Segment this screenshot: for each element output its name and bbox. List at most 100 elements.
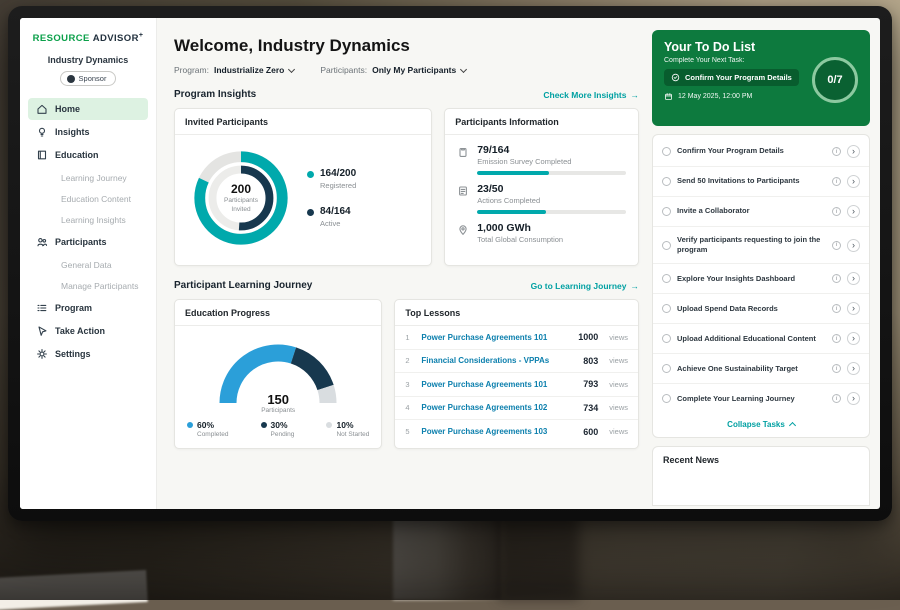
task-checkbox[interactable] [662, 304, 671, 313]
global-consumption-stat: 1,000 GWh Total Global Consumption [457, 222, 626, 244]
task-checkbox[interactable] [662, 147, 671, 156]
legend-dot [307, 171, 314, 178]
legend-dot [307, 209, 314, 216]
participants-filter[interactable]: Participants: Only My Participants [320, 65, 466, 75]
insights-cards-row: Invited Participants 200 Participants In… [174, 108, 639, 266]
sidebar-item-insights[interactable]: Insights [28, 121, 148, 143]
task-row: Achieve One Sustainability Target i › [653, 354, 869, 384]
gauge-value: 150 [208, 392, 348, 407]
check-more-insights-link[interactable]: Check More Insights → [543, 90, 639, 100]
monitor-bezel: RESOURCE ADVISOR+ Industry Dynamics Spon… [8, 6, 892, 521]
info-icon[interactable]: i [832, 177, 841, 186]
info-icon[interactable]: i [832, 207, 841, 216]
sidebar-item-home[interactable]: Home [28, 98, 148, 120]
lesson-row: 4 Power Purchase Agreements 102 734 view… [395, 397, 638, 421]
gauge-label: Participants [208, 407, 348, 414]
collapse-tasks-button[interactable]: Collapse Tasks [653, 413, 869, 437]
actions-completed-stat: 23/50 Actions Completed [457, 183, 626, 214]
list-icon [36, 302, 48, 314]
clipboard-icon [457, 144, 469, 175]
checklist-icon [457, 183, 469, 214]
legend-dot [326, 422, 332, 428]
task-row: Confirm Your Program Details i › [653, 137, 869, 167]
task-checkbox[interactable] [662, 394, 671, 403]
card-title: Education Progress [175, 300, 381, 326]
education-legend: 60% Completed 30% Pending 10% Not Starte… [175, 414, 381, 438]
task-row: Explore Your Insights Dashboard i › [653, 264, 869, 294]
task-checkbox[interactable] [662, 207, 671, 216]
sponsor-badge: Sponsor [60, 71, 117, 86]
legend-dot [261, 422, 267, 428]
info-icon[interactable]: i [832, 241, 841, 250]
participants-information-card: Participants Information 79/164 Emission… [444, 108, 639, 266]
open-task-button[interactable]: › [847, 145, 860, 158]
info-icon[interactable]: i [832, 394, 841, 403]
todo-title: Your To Do List [664, 40, 858, 54]
info-icon[interactable]: i [832, 147, 841, 156]
emission-survey-stat: 79/164 Emission Survey Completed [457, 144, 626, 175]
education-progress-card: Education Progress 150 Participants 60% … [174, 299, 382, 449]
info-icon[interactable]: i [832, 304, 841, 313]
cursor-icon [36, 325, 48, 337]
sidebar-item-manage-participants[interactable]: Manage Participants [28, 275, 148, 296]
task-row: Upload Spend Data Records i › [653, 294, 869, 324]
sidebar-item-education[interactable]: Education [28, 144, 148, 166]
sidebar-item-learning-journey[interactable]: Learning Journey [28, 167, 148, 188]
book-icon [36, 149, 48, 161]
lesson-link[interactable]: Power Purchase Agreements 101 [421, 333, 570, 342]
chevron-down-icon [288, 65, 295, 72]
sidebar: RESOURCE ADVISOR+ Industry Dynamics Spon… [20, 18, 157, 509]
sidebar-item-general-data[interactable]: General Data [28, 254, 148, 275]
lesson-link[interactable]: Power Purchase Agreements 102 [421, 403, 575, 412]
sidebar-nav: Home Insights Education Learning Journey… [20, 98, 156, 365]
top-lessons-card: Top Lessons 1 Power Purchase Agreements … [394, 299, 639, 449]
task-checkbox[interactable] [662, 274, 671, 283]
info-icon[interactable]: i [832, 364, 841, 373]
sidebar-item-settings[interactable]: Settings [28, 343, 148, 365]
task-checkbox[interactable] [662, 177, 671, 186]
info-icon[interactable]: i [832, 274, 841, 283]
task-checkbox[interactable] [662, 364, 671, 373]
program-filter[interactable]: Program: Industrialize Zero [174, 65, 294, 75]
sidebar-item-participants[interactable]: Participants [28, 231, 148, 253]
open-task-button[interactable]: › [847, 302, 860, 315]
legend-completed: 60% Completed [187, 420, 228, 438]
sidebar-item-program[interactable]: Program [28, 297, 148, 319]
pin-icon [457, 222, 469, 244]
recent-news-title: Recent News [663, 455, 859, 465]
lesson-link[interactable]: Power Purchase Agreements 103 [421, 427, 575, 436]
legend-dot [187, 422, 193, 428]
invited-legend: 164/200 Registered 84/164 Active [307, 168, 356, 228]
chevron-down-icon [460, 65, 467, 72]
open-task-button[interactable]: › [847, 332, 860, 345]
open-task-button[interactable]: › [847, 272, 860, 285]
task-checkbox[interactable] [662, 241, 671, 250]
journey-cards-row: Education Progress 150 Participants 60% … [174, 299, 639, 449]
go-to-learning-journey-link[interactable]: Go to Learning Journey → [531, 281, 639, 291]
lesson-link[interactable]: Financial Considerations - VPPAs [421, 356, 575, 365]
next-task-pill[interactable]: Confirm Your Program Details [664, 69, 799, 86]
home-icon [36, 103, 48, 115]
gear-icon [36, 348, 48, 360]
task-checkbox[interactable] [662, 334, 671, 343]
check-circle-icon [671, 73, 680, 82]
lesson-link[interactable]: Power Purchase Agreements 101 [421, 380, 575, 389]
tasks-list-card: Confirm Your Program Details i › Send 50… [652, 134, 870, 438]
open-task-button[interactable]: › [847, 239, 860, 252]
sidebar-item-take-action[interactable]: Take Action [28, 320, 148, 342]
progress-badge: 0/7 [812, 57, 858, 103]
info-icon[interactable]: i [832, 334, 841, 343]
card-title: Invited Participants [175, 109, 431, 135]
open-task-button[interactable]: › [847, 175, 860, 188]
section-title: Program Insights [174, 89, 256, 100]
progress-track [477, 171, 626, 175]
open-task-button[interactable]: › [847, 392, 860, 405]
open-task-button[interactable]: › [847, 362, 860, 375]
invited-donut-chart: 200 Participants Invited [187, 144, 295, 252]
open-task-button[interactable]: › [847, 205, 860, 218]
sidebar-item-learning-insights[interactable]: Learning Insights [28, 209, 148, 230]
calendar-icon [664, 92, 673, 101]
arrow-right-icon: → [631, 90, 640, 100]
education-gauge-chart: 150 Participants [208, 331, 348, 414]
sidebar-item-education-content[interactable]: Education Content [28, 188, 148, 209]
